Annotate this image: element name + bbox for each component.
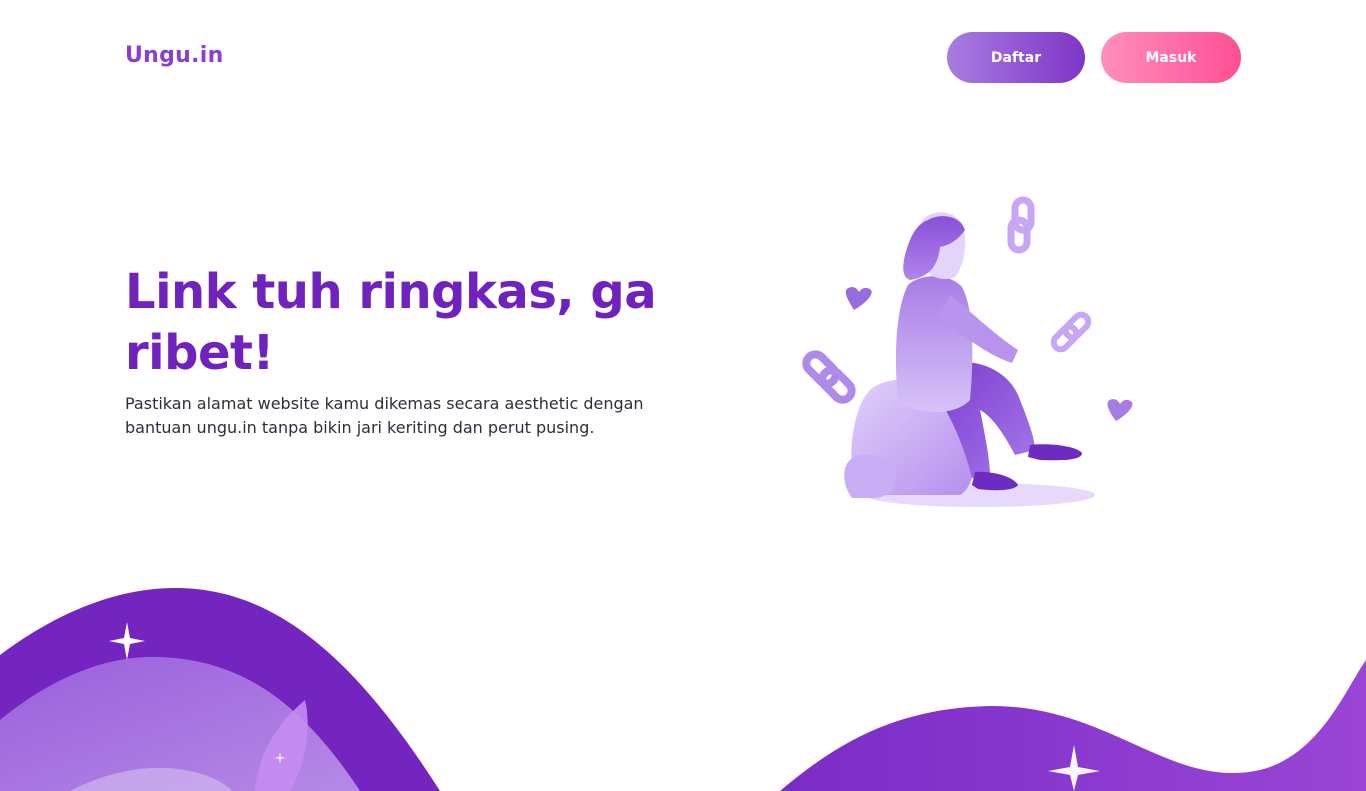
chain-link-icon [1050, 311, 1092, 353]
register-button[interactable]: Daftar [947, 32, 1085, 83]
left-wave-inner [0, 656, 360, 791]
sparkle-icon [109, 622, 145, 660]
logo[interactable]: Ungu.in [125, 43, 224, 68]
login-button[interactable]: Masuk [1101, 32, 1241, 83]
hero-title: Link tuh ringkas, ga ribet! [125, 264, 657, 381]
sparkle-icon [1048, 745, 1100, 791]
woman-sitting-illustration [802, 196, 1133, 507]
landing-page: Ungu.in Daftar Masuk Link tuh ringkas, g… [0, 0, 1366, 791]
left-wave-outer [0, 588, 440, 791]
heart-icon [845, 287, 872, 310]
left-leaf-shape [255, 700, 308, 791]
chain-link-icon [1007, 196, 1035, 254]
chain-link-icon [802, 350, 856, 404]
hero-description: Pastikan alamat website kamu dikemas sec… [125, 394, 644, 437]
heart-icon [1107, 399, 1133, 421]
right-wave [780, 660, 1366, 791]
